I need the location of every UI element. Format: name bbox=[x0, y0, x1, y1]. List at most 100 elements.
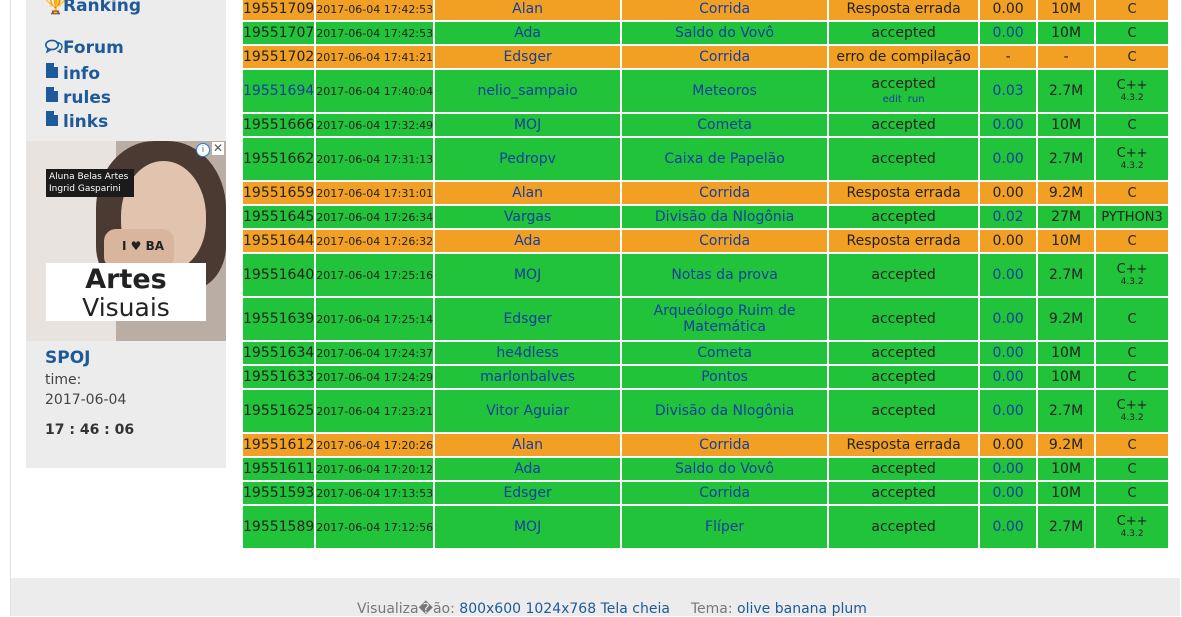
theme-banana-link[interactable]: banana bbox=[775, 601, 827, 617]
submission-time[interactable]: 0.00 bbox=[993, 369, 1024, 385]
edit-link[interactable]: edit bbox=[883, 94, 902, 105]
problem-name: Corrida bbox=[699, 485, 751, 501]
submission-time[interactable]: 0.00 bbox=[993, 267, 1024, 283]
problem-link[interactable]: Notas da prova bbox=[671, 267, 778, 283]
problem-link[interactable]: Corrida bbox=[699, 49, 750, 65]
submission-memory-cell: 2.7M bbox=[1038, 254, 1095, 296]
submission-time-cell: 0.00 bbox=[980, 342, 1037, 364]
nav-info-link[interactable]: info bbox=[45, 62, 100, 84]
submission-time[interactable]: 0.02 bbox=[993, 209, 1024, 225]
submission-id[interactable]: 19551694 bbox=[243, 83, 314, 99]
nav-rules-link[interactable]: rules bbox=[45, 86, 111, 108]
file-icon bbox=[45, 110, 63, 132]
nav-ranking-link[interactable]: 🏆Ranking bbox=[45, 0, 141, 16]
user-link[interactable]: Vargas bbox=[504, 209, 551, 225]
submission-result-cell: accepted bbox=[829, 138, 979, 180]
problem-link[interactable]: Cometa bbox=[697, 117, 752, 133]
user-link[interactable]: Alan bbox=[512, 185, 543, 201]
problem-name: Cometa bbox=[697, 345, 752, 361]
submission-memory-cell: 2.7M bbox=[1038, 70, 1095, 112]
ad-info-icon[interactable]: i bbox=[196, 143, 210, 157]
submission-user-cell: Alan bbox=[435, 434, 621, 456]
submission-id: 19551593 bbox=[243, 485, 315, 501]
view-1024x768-link[interactable]: 1024x768 bbox=[525, 601, 596, 617]
submission-time[interactable]: 0.00 bbox=[993, 519, 1024, 535]
problem-name: Divisão da Nlogônia bbox=[654, 403, 795, 419]
problem-link[interactable]: Divisão da Nlogônia bbox=[655, 209, 794, 225]
submission-id: 19551662 bbox=[243, 151, 315, 167]
advertisement-banner[interactable]: Aluna Belas Artes Ingrid Gasparini I ♥ B… bbox=[26, 141, 226, 341]
submission-date: 2017-06-04 17:31:01 bbox=[316, 186, 434, 200]
table-row: 19551707 2017-06-04 17:42:53 Ada Saldo do V… bbox=[243, 22, 1169, 44]
problem-link[interactable]: Corrida bbox=[699, 233, 750, 249]
table-row: 19551659 2017-06-04 17:31:01 Alan Corrida Re… bbox=[243, 182, 1169, 204]
user-link[interactable]: nelio_sampaio bbox=[477, 83, 577, 99]
problem-link[interactable]: Cometa bbox=[697, 345, 752, 361]
user-link[interactable]: MOJ bbox=[514, 117, 541, 133]
user-link[interactable]: he4dless bbox=[496, 345, 558, 361]
user-link[interactable]: Ada bbox=[514, 25, 541, 41]
user-link[interactable]: Edsger bbox=[503, 311, 551, 327]
submission-time[interactable]: 0.00 bbox=[993, 311, 1024, 327]
problem-link[interactable]: Pontos bbox=[701, 369, 748, 385]
submission-time[interactable]: 0.03 bbox=[993, 83, 1024, 99]
run-link[interactable]: run bbox=[908, 94, 925, 105]
user-link[interactable]: Alan bbox=[512, 1, 543, 17]
submission-time[interactable]: 0.00 bbox=[993, 345, 1024, 361]
problem-link[interactable]: Arqueólogo Ruim de Matemática bbox=[654, 303, 796, 335]
problem-link[interactable]: Corrida bbox=[699, 437, 750, 453]
submission-time[interactable]: 0.00 bbox=[993, 117, 1024, 133]
user-link[interactable]: Alan bbox=[512, 437, 543, 453]
submission-id-cell: 19551709 bbox=[243, 0, 315, 20]
ad-close-icon[interactable]: ✕ bbox=[212, 142, 224, 155]
submission-time[interactable]: 0.00 bbox=[993, 461, 1024, 477]
user-link[interactable]: MOJ bbox=[514, 519, 541, 535]
language-version: 4.3.2 bbox=[1120, 161, 1144, 171]
view-fullscreen-link[interactable]: Tela cheia bbox=[601, 601, 670, 617]
submission-result-cell: accepted bbox=[829, 298, 979, 340]
user-link[interactable]: marlonbalves bbox=[480, 369, 575, 385]
nav-links-link[interactable]: links bbox=[45, 110, 108, 132]
user-link[interactable]: Pedropv bbox=[499, 151, 556, 167]
user-link[interactable]: Ada bbox=[514, 461, 541, 477]
problem-link[interactable]: Saldo do Vovô bbox=[675, 461, 774, 477]
table-row: 19551645 2017-06-04 17:26:34 Vargas Divisão… bbox=[243, 206, 1169, 228]
user-link[interactable]: Edsger bbox=[503, 485, 551, 501]
submission-result-cell: erro de compilação bbox=[829, 46, 979, 68]
submission-time[interactable]: 0.00 bbox=[993, 25, 1024, 41]
problem-link[interactable]: Flíper bbox=[705, 519, 744, 535]
submission-time[interactable]: 0.00 bbox=[993, 151, 1024, 167]
submission-result: accepted bbox=[871, 403, 936, 419]
view-800x600-link[interactable]: 800x600 bbox=[459, 601, 521, 617]
submission-result: accepted bbox=[871, 345, 936, 361]
submission-memory: 2.7M bbox=[1048, 83, 1084, 99]
submission-date: 2017-06-04 17:12:56 bbox=[316, 520, 434, 534]
submission-language-cell: C bbox=[1096, 482, 1169, 504]
submission-date-cell: 2017-06-04 17:31:13 bbox=[316, 138, 434, 180]
submission-memory: 9.2M bbox=[1048, 437, 1084, 453]
submission-time[interactable]: 0.00 bbox=[993, 403, 1024, 419]
theme-olive-link[interactable]: olive bbox=[737, 601, 770, 617]
submission-user-cell: Ada bbox=[435, 230, 621, 252]
problem-link[interactable]: Saldo do Vovô bbox=[675, 25, 774, 41]
submission-id: 19551611 bbox=[243, 461, 315, 477]
user-link[interactable]: Vitor Aguiar bbox=[486, 403, 569, 419]
submission-result: accepted bbox=[871, 311, 936, 327]
submission-problem-cell: Notas da prova bbox=[622, 254, 828, 296]
problem-link[interactable]: Caixa de Papelão bbox=[664, 151, 784, 167]
nav-forum-link[interactable]: Forum bbox=[45, 38, 124, 58]
problem-link[interactable]: Divisão da Nlogônia bbox=[655, 403, 794, 419]
submission-date-cell: 2017-06-04 17:13:53 bbox=[316, 482, 434, 504]
submission-time-cell: 0.00 bbox=[980, 138, 1037, 180]
problem-link[interactable]: Corrida bbox=[699, 1, 750, 17]
language-version: 4.3.2 bbox=[1120, 93, 1144, 103]
user-link[interactable]: Ada bbox=[514, 233, 541, 249]
spoj-link[interactable]: SPOJ bbox=[45, 348, 90, 368]
user-link[interactable]: Edsger bbox=[503, 49, 551, 65]
problem-link[interactable]: Corrida bbox=[699, 185, 750, 201]
theme-plum-link[interactable]: plum bbox=[832, 601, 867, 617]
user-link[interactable]: MOJ bbox=[514, 267, 541, 283]
problem-link[interactable]: Corrida bbox=[699, 485, 750, 501]
submission-time[interactable]: 0.00 bbox=[993, 485, 1024, 501]
problem-link[interactable]: Meteoros bbox=[692, 83, 757, 99]
